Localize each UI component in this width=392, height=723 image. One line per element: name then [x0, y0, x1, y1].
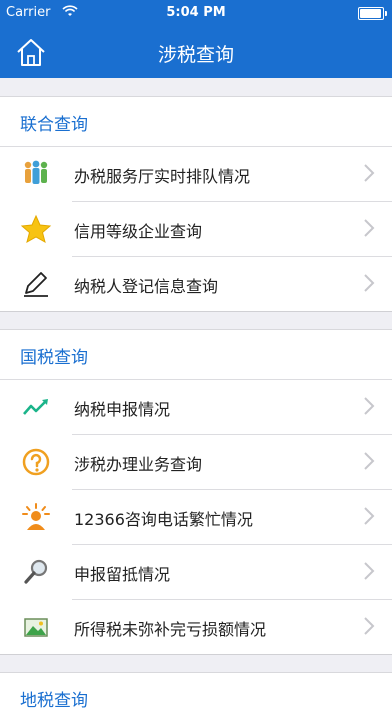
chevron-right-icon	[364, 617, 375, 635]
battery-icon	[358, 7, 387, 20]
list-item-taxpayer-registration[interactable]: 纳税人登记信息查询	[0, 256, 392, 311]
list-item-label: 所得税未弥补完亏损额情况	[74, 620, 267, 639]
chevron-right-icon	[364, 507, 375, 525]
section-title: 地税查询	[20, 691, 88, 711]
section-header-national-tax: 国税查询	[0, 329, 392, 380]
chevron-right-icon	[364, 452, 375, 470]
section-title: 联合查询	[20, 115, 88, 135]
nav-bar: 涉税查询	[0, 26, 392, 78]
list-item-label: 纳税申报情况	[74, 400, 171, 419]
section-header-local-tax: 地税查询	[0, 672, 392, 723]
chevron-right-icon	[364, 164, 375, 182]
star-icon	[20, 214, 52, 244]
list-item-credit-rating[interactable]: 信用等级企业查询	[0, 201, 392, 256]
list-item-label: 申报留抵情况	[74, 565, 171, 584]
chevron-right-icon	[364, 274, 375, 292]
chevron-right-icon	[364, 219, 375, 237]
list-item-tax-filing[interactable]: 纳税申报情况	[0, 379, 392, 434]
section-title: 国税查询	[20, 348, 88, 368]
pen-icon	[24, 272, 48, 297]
list-item-hotline-status[interactable]: 12366咨询电话繁忙情况	[0, 489, 392, 544]
list-item-label: 信用等级企业查询	[74, 222, 203, 241]
list-item-label: 涉税办理业务查询	[74, 455, 203, 474]
list-item-label: 办税服务厅实时排队情况	[74, 167, 251, 186]
list-item-tax-credit[interactable]: 申报留抵情况	[0, 544, 392, 599]
status-time: 5:04 PM	[166, 5, 226, 20]
question-icon	[22, 448, 50, 476]
section-header-joint: 联合查询	[0, 96, 392, 147]
chevron-right-icon	[364, 397, 375, 415]
list-item-business-query[interactable]: 涉税办理业务查询	[0, 434, 392, 489]
list-item-label: 纳税人登记信息查询	[74, 277, 219, 296]
call-operator-icon	[22, 503, 50, 530]
trend-line-icon	[23, 399, 48, 415]
people-queue-icon	[24, 160, 48, 184]
list-item-label: 12366咨询电话繁忙情况	[74, 510, 253, 529]
landscape-image-icon	[24, 618, 48, 637]
page-title: 涉税查询	[157, 44, 234, 66]
chevron-right-icon	[364, 562, 375, 580]
status-bar: Carrier 5:04 PM	[0, 0, 392, 26]
magnifier-icon	[24, 559, 48, 584]
list-item-queue-status[interactable]: 办税服务厅实时排队情况	[0, 146, 392, 201]
list-item-loss-carryforward[interactable]: 所得税未弥补完亏损额情况	[0, 599, 392, 654]
